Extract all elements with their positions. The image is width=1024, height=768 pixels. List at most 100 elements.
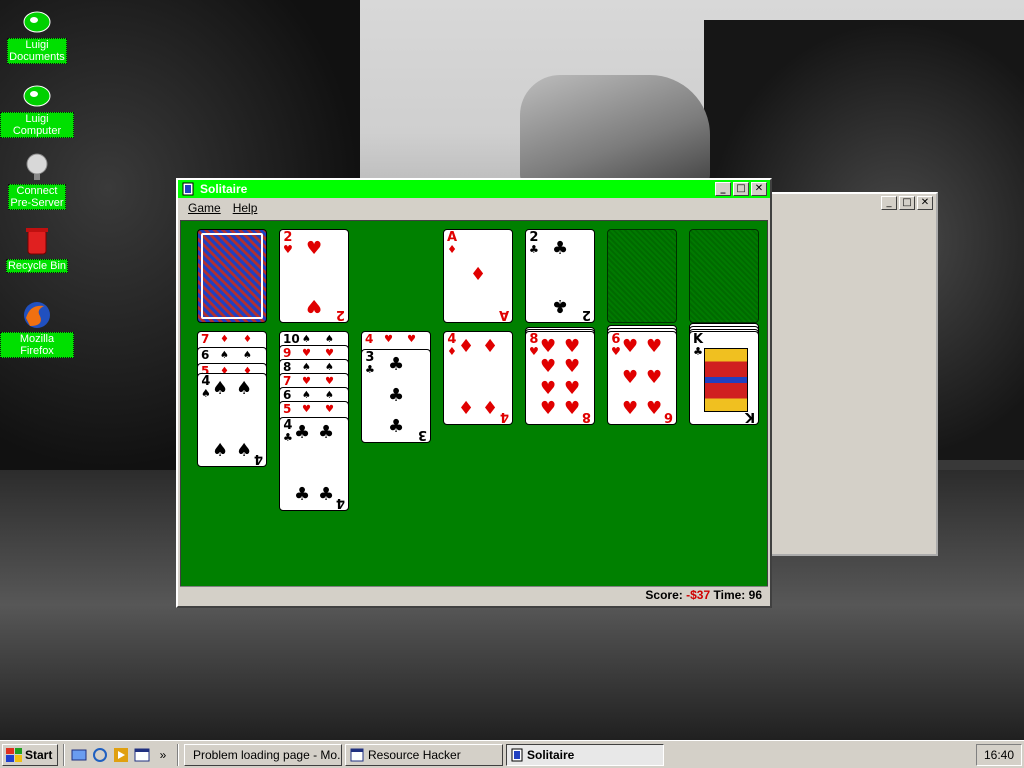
menu-bar: Game Help bbox=[178, 198, 770, 218]
desktop-icon-label: Connect Pre-Server bbox=[8, 184, 66, 210]
card-rank: 7 bbox=[201, 332, 210, 346]
background-rock bbox=[520, 75, 710, 185]
task-label: Solitaire bbox=[527, 747, 575, 762]
time-value: 96 bbox=[748, 588, 762, 602]
desktop-icon-connect-pre-server[interactable]: Connect Pre-Server bbox=[0, 152, 74, 210]
maximize-button[interactable]: □ bbox=[733, 182, 749, 196]
tableau-4-top-card[interactable]: 4 ♦ ♦ ♦ ♦ ♦ 4 bbox=[443, 331, 513, 425]
card-suit: ♠ bbox=[201, 387, 211, 400]
card-rank: 6 bbox=[283, 388, 292, 402]
king-face-art bbox=[704, 348, 748, 412]
tableau-3-top-card[interactable]: 3 ♣ ♣ ♣ ♣ 3 bbox=[361, 349, 431, 443]
menu-help[interactable]: Help bbox=[227, 201, 264, 215]
refresh-icon[interactable] bbox=[91, 746, 109, 764]
card-suit: ♣ bbox=[693, 345, 703, 358]
resource-hacker-icon bbox=[350, 748, 364, 761]
solitaire-icon bbox=[511, 748, 523, 761]
tableau-5-top-card[interactable]: 8 ♥ ♥ ♥ ♥ ♥ ♥ ♥ ♥ ♥ 8 bbox=[525, 331, 595, 425]
status-bar: Score: -$37 Time: 96 bbox=[180, 586, 768, 604]
waste-card[interactable]: 2 ♥ ♥ ♥ 2 bbox=[279, 229, 349, 323]
system-tray-clock[interactable]: 16:40 bbox=[976, 743, 1022, 766]
card-rank: 4 bbox=[335, 495, 345, 510]
window-title: Solitaire bbox=[200, 182, 248, 196]
card-rank: 2 bbox=[335, 307, 345, 322]
start-label: Start bbox=[25, 747, 53, 762]
clock: 16:40 bbox=[983, 747, 1015, 762]
card-suit: ♥ bbox=[611, 345, 621, 358]
solitaire-titlebar[interactable]: Solitaire _ □ ✕ bbox=[178, 180, 770, 198]
game-board[interactable]: 2 ♥ ♥ ♥ 2 A ♦ ♦ A 2 ♣ ♣ ♣ 2 7 ♦♦ 6 ♠♠ 5 ♦♦ 4 ♠ … bbox=[180, 220, 768, 588]
taskbar-separator bbox=[177, 743, 179, 766]
card-rank: 5 bbox=[283, 402, 292, 416]
card-rank: 6 bbox=[663, 409, 673, 424]
card-suit: ♣ bbox=[283, 431, 293, 444]
foundation-3-empty[interactable] bbox=[607, 229, 677, 323]
start-button[interactable]: Start bbox=[2, 743, 58, 766]
firefox-icon bbox=[21, 300, 53, 330]
card-rank: 4 bbox=[365, 332, 374, 346]
card-suit: ♣ bbox=[529, 243, 539, 256]
card-rank: A bbox=[498, 307, 509, 322]
solitaire-window[interactable]: Solitaire _ □ ✕ Game Help 2 ♥ ♥ ♥ 2 A ♦ ♦ … bbox=[176, 178, 772, 608]
close-button[interactable]: ✕ bbox=[751, 182, 767, 196]
card-suit: ♥ bbox=[529, 345, 539, 358]
overflow-chevron-icon[interactable]: » bbox=[154, 746, 172, 764]
card-rank: 9 bbox=[283, 346, 292, 360]
card-rank: 4 bbox=[253, 451, 263, 466]
card-rank: 4 bbox=[499, 409, 509, 424]
card-rank: 7 bbox=[283, 374, 292, 388]
computer-icon bbox=[21, 80, 53, 110]
stock-pile[interactable] bbox=[197, 229, 267, 323]
window-titlebar[interactable]: _ □ ✕ bbox=[772, 194, 936, 212]
desktop-icon-mozilla-firefox[interactable]: Mozilla Firefox bbox=[0, 300, 74, 358]
desktop-icon-label: Recycle Bin bbox=[5, 259, 69, 273]
minimize-button[interactable]: _ bbox=[881, 196, 897, 210]
tableau-1-top-card[interactable]: 4 ♠ ♠ ♠ ♠ ♠ 4 bbox=[197, 373, 267, 467]
score-label: Score: bbox=[645, 588, 683, 602]
foundation-4-empty[interactable] bbox=[689, 229, 759, 323]
window-client-area bbox=[776, 214, 932, 548]
desktop-icon-recycle-bin[interactable]: Recycle Bin bbox=[0, 226, 74, 273]
menu-game[interactable]: Game bbox=[182, 201, 227, 215]
desktop-icon-label: Luigi Documents bbox=[7, 38, 67, 64]
desktop-icon-luigi-documents[interactable]: Luigi Documents bbox=[0, 6, 74, 64]
solitaire-icon bbox=[182, 182, 194, 196]
taskbar-separator bbox=[63, 743, 65, 766]
task-resource-hacker[interactable]: Resource Hacker bbox=[345, 743, 503, 766]
card-rank: 6 bbox=[201, 348, 210, 362]
time-label: Time: bbox=[713, 588, 746, 602]
card-rank: K bbox=[744, 409, 755, 424]
close-button[interactable]: ✕ bbox=[917, 196, 933, 210]
server-icon bbox=[21, 152, 53, 182]
score-value: -$37 bbox=[686, 588, 711, 602]
recycle-bin-icon bbox=[21, 226, 53, 256]
tableau-2-top-card[interactable]: 4 ♣ ♣ ♣ ♣ ♣ 4 bbox=[279, 417, 349, 511]
minimize-button[interactable]: _ bbox=[715, 182, 731, 196]
tableau-6-top-card[interactable]: 6 ♥ ♥ ♥ ♥ ♥ ♥ ♥ 6 bbox=[607, 331, 677, 425]
desktop-icon-label: Luigi Computer bbox=[0, 112, 74, 138]
taskbar: Start » Problem loading page - Mo... Res… bbox=[0, 740, 1024, 768]
card-rank: 8 bbox=[283, 360, 292, 374]
desktop-icon-luigi-computer[interactable]: Luigi Computer bbox=[0, 80, 74, 138]
task-solitaire[interactable]: Solitaire bbox=[506, 743, 664, 766]
foundation-1[interactable]: A ♦ ♦ A bbox=[443, 229, 513, 323]
card-rank: 10 bbox=[283, 332, 300, 346]
maximize-button[interactable]: □ bbox=[899, 196, 915, 210]
foundation-2[interactable]: 2 ♣ ♣ ♣ 2 bbox=[525, 229, 595, 323]
folder-icon bbox=[21, 6, 53, 36]
desktop-icon[interactable] bbox=[70, 746, 88, 764]
task-firefox[interactable]: Problem loading page - Mo... bbox=[184, 743, 342, 766]
card-suit: ♥ bbox=[283, 243, 293, 256]
windows-logo-icon bbox=[6, 747, 22, 762]
window-icon[interactable] bbox=[133, 746, 151, 764]
card-rank: 8 bbox=[581, 409, 591, 424]
card-suit: ♦ bbox=[447, 243, 457, 256]
card-rank: 2 bbox=[581, 307, 591, 322]
card-suit: ♣ bbox=[365, 363, 375, 376]
task-label: Problem loading page - Mo... bbox=[193, 747, 342, 762]
tableau-7-top-card[interactable]: K ♣ K bbox=[689, 331, 759, 425]
media-icon[interactable] bbox=[112, 746, 130, 764]
resource-hacker-window[interactable]: _ □ ✕ bbox=[770, 192, 938, 556]
card-rank: 3 bbox=[417, 427, 427, 442]
task-label: Resource Hacker bbox=[368, 747, 461, 762]
